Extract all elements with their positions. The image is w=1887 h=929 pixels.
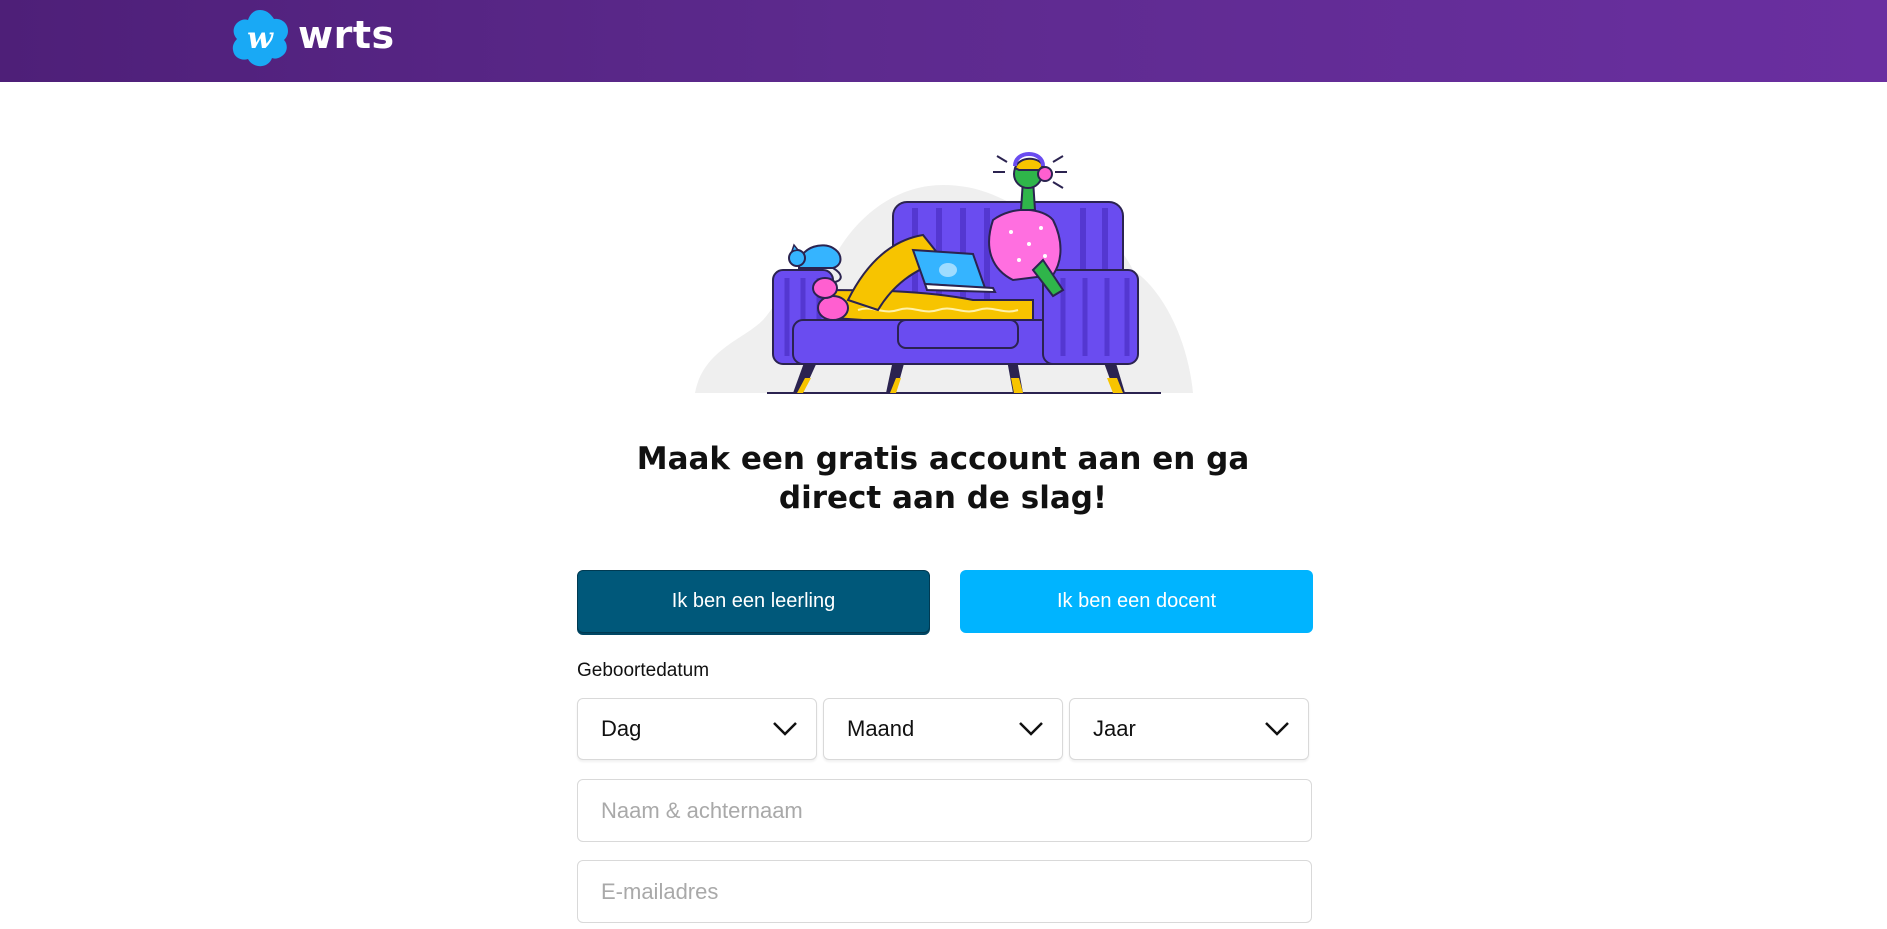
year-select-value: Jaar bbox=[1093, 716, 1136, 741]
brand-name: wrts bbox=[298, 13, 395, 57]
year-select[interactable]: Jaar bbox=[1069, 698, 1309, 760]
chevron-down-icon bbox=[773, 722, 797, 736]
svg-text:w: w bbox=[247, 21, 274, 56]
headline-line-2: direct aan de slag! bbox=[778, 480, 1108, 516]
day-select[interactable]: Dag bbox=[577, 698, 817, 760]
email-input[interactable] bbox=[577, 860, 1312, 923]
wrts-logo[interactable]: w wrts bbox=[228, 6, 395, 70]
student-role-button[interactable]: Ik ben een leerling bbox=[577, 570, 930, 633]
top-navigation-bar: w wrts bbox=[0, 0, 1887, 82]
birthdate-label: Geboortedatum bbox=[577, 660, 710, 681]
sofa-illustration bbox=[695, 152, 1193, 394]
wrts-logo-icon: w bbox=[232, 10, 288, 67]
month-select[interactable]: Maand bbox=[823, 698, 1063, 760]
chevron-down-icon bbox=[1019, 722, 1043, 736]
headline-line-1: Maak een gratis account aan en ga bbox=[636, 441, 1250, 477]
month-select-value: Maand bbox=[847, 716, 915, 741]
page-headline: Maak een gratis account aan en ga direct… bbox=[593, 440, 1293, 518]
full-name-input[interactable] bbox=[577, 779, 1312, 842]
chevron-down-icon bbox=[1265, 722, 1289, 736]
day-select-value: Dag bbox=[601, 716, 642, 741]
teacher-role-button[interactable]: Ik ben een docent bbox=[960, 570, 1313, 633]
